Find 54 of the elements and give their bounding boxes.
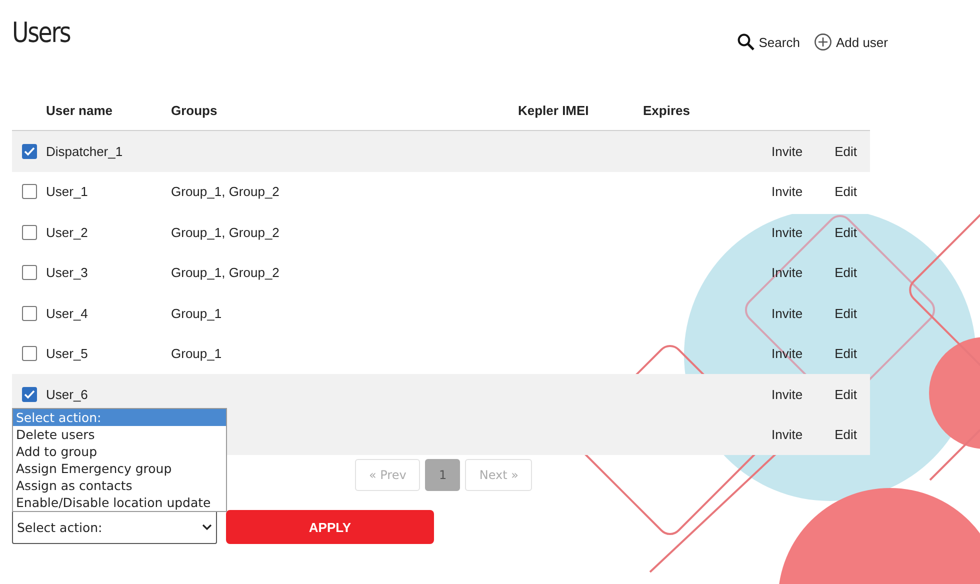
- user-name: User_6: [46, 386, 88, 402]
- action-select[interactable]: Select action:: [12, 510, 217, 544]
- edit-link[interactable]: Edit: [834, 265, 857, 280]
- caret-icon: [202, 524, 212, 530]
- invite-link[interactable]: Invite: [772, 265, 803, 280]
- checkbox[interactable]: [22, 224, 36, 240]
- page-title: Users: [12, 16, 70, 49]
- edit-link[interactable]: Edit: [834, 184, 857, 200]
- column-header: Groups: [171, 102, 218, 118]
- menu-option[interactable]: Assign Emergency group: [13, 460, 226, 477]
- menu-option[interactable]: Assign as contacts: [13, 477, 226, 494]
- invite-link[interactable]: Invite: [772, 144, 803, 159]
- checkbox[interactable]: [22, 386, 36, 402]
- user-name: User_2: [46, 224, 88, 240]
- groups-text: Group_1: [171, 306, 222, 321]
- checkbox[interactable]: [22, 346, 36, 362]
- column-header: Kepler IMEI: [518, 102, 590, 118]
- search-link[interactable]: Search: [736, 33, 800, 51]
- invite-link[interactable]: Invite: [772, 346, 803, 362]
- user-name: User_3: [46, 265, 88, 280]
- user-name: User_1: [46, 184, 88, 200]
- apply-button[interactable]: APPLY: [226, 510, 434, 544]
- column-header: Expires: [643, 102, 691, 118]
- menu-option[interactable]: Select action:: [13, 409, 226, 426]
- user-name: Dispatcher_1: [46, 144, 123, 159]
- edit-link[interactable]: Edit: [834, 346, 857, 362]
- groups-text: Group_1, Group_2: [171, 184, 280, 200]
- edit-link[interactable]: Edit: [834, 144, 857, 159]
- user-name: User_5: [46, 346, 88, 362]
- checkbox[interactable]: [22, 184, 36, 200]
- search-icon: [736, 33, 755, 51]
- menu-option[interactable]: Enable/Disable location update: [13, 494, 226, 511]
- add-user-link[interactable]: Add user: [814, 33, 888, 51]
- menu-option[interactable]: Delete users: [13, 426, 226, 443]
- checkbox[interactable]: [22, 144, 36, 159]
- invite-link[interactable]: Invite: [772, 224, 803, 240]
- edit-link[interactable]: Edit: [834, 224, 857, 240]
- edit-link[interactable]: Edit: [834, 386, 857, 402]
- groups-text: Group_1: [171, 346, 222, 362]
- menu-option[interactable]: Add to group: [13, 443, 226, 460]
- invite-link[interactable]: Invite: [772, 306, 803, 321]
- user-name: User_4: [46, 306, 88, 321]
- select-value: Select action:: [17, 520, 102, 534]
- checkbox[interactable]: [22, 306, 36, 321]
- invite-link[interactable]: Invite: [772, 386, 803, 402]
- column-header: User name: [46, 102, 114, 118]
- checkbox[interactable]: [22, 265, 36, 280]
- invite-link[interactable]: Invite: [772, 184, 803, 200]
- groups-text: Group_1, Group_2: [171, 265, 280, 280]
- edit-link[interactable]: Edit: [834, 427, 857, 442]
- groups-text: Group_1, Group_2: [171, 224, 280, 240]
- invite-link[interactable]: Invite: [772, 427, 803, 442]
- edit-link[interactable]: Edit: [834, 306, 857, 321]
- add-icon: [814, 33, 832, 51]
